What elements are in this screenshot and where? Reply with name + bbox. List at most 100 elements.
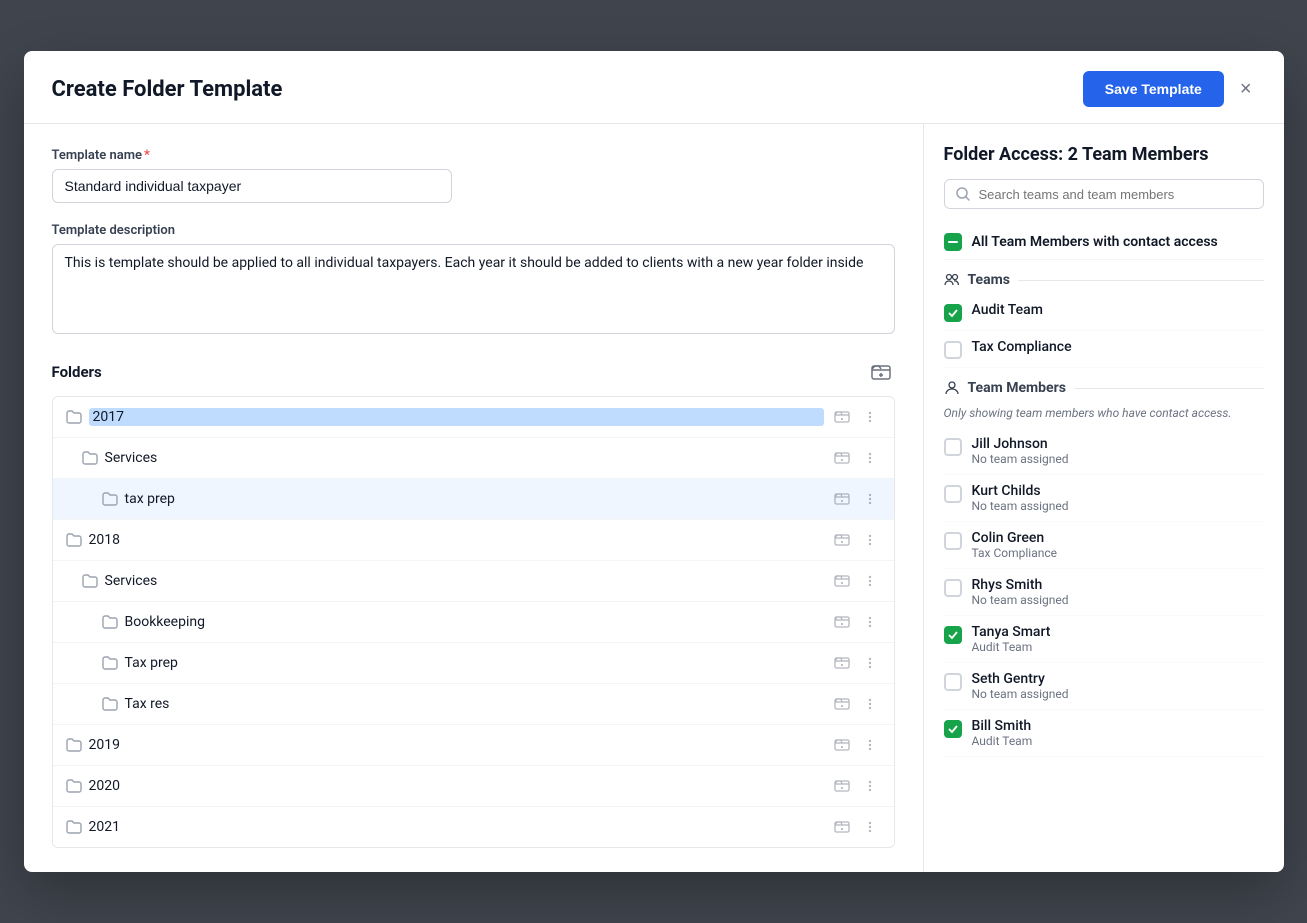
member-info: Colin Green Tax Compliance <box>972 530 1058 560</box>
add-subfolder-button[interactable] <box>830 569 854 593</box>
folder-icon <box>65 818 83 836</box>
folder-more-button[interactable] <box>858 528 882 552</box>
member-name: Bill Smith <box>972 718 1033 734</box>
search-input[interactable] <box>979 187 1253 202</box>
member-info: Rhys Smith No team assigned <box>972 577 1069 607</box>
folder-more-button[interactable] <box>858 487 882 511</box>
team-row[interactable]: Tax Compliance <box>944 331 1264 368</box>
member-name: Rhys Smith <box>972 577 1069 593</box>
add-subfolder-button[interactable] <box>830 487 854 511</box>
folder-row[interactable]: 2020 <box>53 766 894 807</box>
add-folder-button[interactable] <box>867 358 895 386</box>
folder-row[interactable]: 2017 <box>53 397 894 438</box>
member-checkbox[interactable] <box>944 579 962 597</box>
member-checkbox[interactable] <box>944 626 962 644</box>
teams-divider <box>1018 280 1264 281</box>
member-row[interactable]: Rhys Smith No team assigned <box>944 569 1264 616</box>
folder-row-actions <box>830 651 882 675</box>
team-row[interactable]: Audit Team <box>944 294 1264 331</box>
add-subfolder-button[interactable] <box>830 405 854 429</box>
folder-icon <box>65 408 83 426</box>
folder-more-button[interactable] <box>858 446 882 470</box>
member-row[interactable]: Jill Johnson No team assigned <box>944 428 1264 475</box>
folder-row[interactable]: 2021 <box>53 807 894 847</box>
member-checkbox[interactable] <box>944 485 962 503</box>
team-checkbox[interactable] <box>944 304 962 322</box>
folder-row[interactable]: 2019 <box>53 725 894 766</box>
template-name-label: Template name* <box>52 148 895 163</box>
folder-row[interactable]: Services <box>53 438 894 479</box>
add-subfolder-button[interactable] <box>830 692 854 716</box>
folder-row[interactable]: tax prep <box>53 479 894 520</box>
team-members-section-header: Team Members <box>944 368 1264 402</box>
add-subfolder-button[interactable] <box>830 528 854 552</box>
close-button[interactable]: × <box>1236 74 1256 105</box>
member-name: Jill Johnson <box>972 436 1069 452</box>
folder-more-button[interactable] <box>858 692 882 716</box>
all-members-checkbox[interactable] <box>944 233 962 251</box>
member-info: Jill Johnson No team assigned <box>972 436 1069 466</box>
folder-name: Tax prep <box>125 655 824 671</box>
folder-icon <box>101 654 119 672</box>
folders-section-title: Folders <box>52 363 102 381</box>
add-subfolder-button[interactable] <box>830 446 854 470</box>
folder-row[interactable]: 2018 <box>53 520 894 561</box>
modal-body: Template name* Template description Fold… <box>24 124 1284 872</box>
member-row[interactable]: Tanya Smart Audit Team <box>944 616 1264 663</box>
template-description-group: Template description <box>52 223 895 338</box>
folder-more-button[interactable] <box>858 774 882 798</box>
folder-more-button[interactable] <box>858 569 882 593</box>
member-name: Seth Gentry <box>972 671 1069 687</box>
folder-name: Tax res <box>125 696 824 712</box>
add-subfolder-button[interactable] <box>830 610 854 634</box>
folder-more-button[interactable] <box>858 405 882 429</box>
member-row[interactable]: Seth Gentry No team assigned <box>944 663 1264 710</box>
folder-row[interactable]: Tax res <box>53 684 894 725</box>
member-row[interactable]: Kurt Childs No team assigned <box>944 475 1264 522</box>
folder-row-actions <box>830 774 882 798</box>
member-checkbox[interactable] <box>944 673 962 691</box>
add-subfolder-button[interactable] <box>830 651 854 675</box>
team-members-section-label: Team Members <box>968 380 1066 396</box>
folder-more-button[interactable] <box>858 651 882 675</box>
add-subfolder-button[interactable] <box>830 774 854 798</box>
all-members-row[interactable]: All Team Members with contact access <box>944 225 1264 260</box>
search-icon <box>955 186 971 202</box>
folder-row[interactable]: Services <box>53 561 894 602</box>
folder-more-button[interactable] <box>858 610 882 634</box>
add-subfolder-button[interactable] <box>830 733 854 757</box>
member-checkbox[interactable] <box>944 438 962 456</box>
folder-name: 2018 <box>89 532 824 548</box>
folder-more-button[interactable] <box>858 815 882 839</box>
save-template-button[interactable]: Save Template <box>1083 71 1224 107</box>
member-info: Kurt Childs No team assigned <box>972 483 1069 513</box>
folder-name: Services <box>105 450 824 466</box>
template-description-label: Template description <box>52 223 895 238</box>
member-row[interactable]: Bill Smith Audit Team <box>944 710 1264 757</box>
folder-row[interactable]: Bookkeeping <box>53 602 894 643</box>
member-checkbox[interactable] <box>944 532 962 550</box>
folder-more-button[interactable] <box>858 733 882 757</box>
member-row[interactable]: Colin Green Tax Compliance <box>944 522 1264 569</box>
members-list: Jill Johnson No team assigned Kurt Child… <box>944 428 1264 757</box>
member-name: Colin Green <box>972 530 1058 546</box>
modal-overlay: Create Folder Template Save Template × T… <box>0 0 1307 923</box>
member-team: Audit Team <box>972 640 1051 654</box>
member-checkbox[interactable] <box>944 720 962 738</box>
folder-name: Bookkeeping <box>125 614 824 630</box>
folder-name: 2019 <box>89 737 824 753</box>
folder-row-actions <box>830 733 882 757</box>
folders-header: Folders <box>52 358 895 386</box>
team-checkbox[interactable] <box>944 341 962 359</box>
all-members-label: All Team Members with contact access <box>972 234 1218 250</box>
member-team: No team assigned <box>972 593 1069 607</box>
folder-row[interactable]: Tax prep <box>53 643 894 684</box>
template-name-input[interactable] <box>52 169 452 203</box>
teams-icon <box>944 272 960 288</box>
add-subfolder-button[interactable] <box>830 815 854 839</box>
folder-list: 2017 <box>52 396 895 848</box>
folder-row-actions <box>830 405 882 429</box>
folder-icon <box>65 777 83 795</box>
folder-row-actions <box>830 815 882 839</box>
template-description-input[interactable] <box>52 244 895 334</box>
